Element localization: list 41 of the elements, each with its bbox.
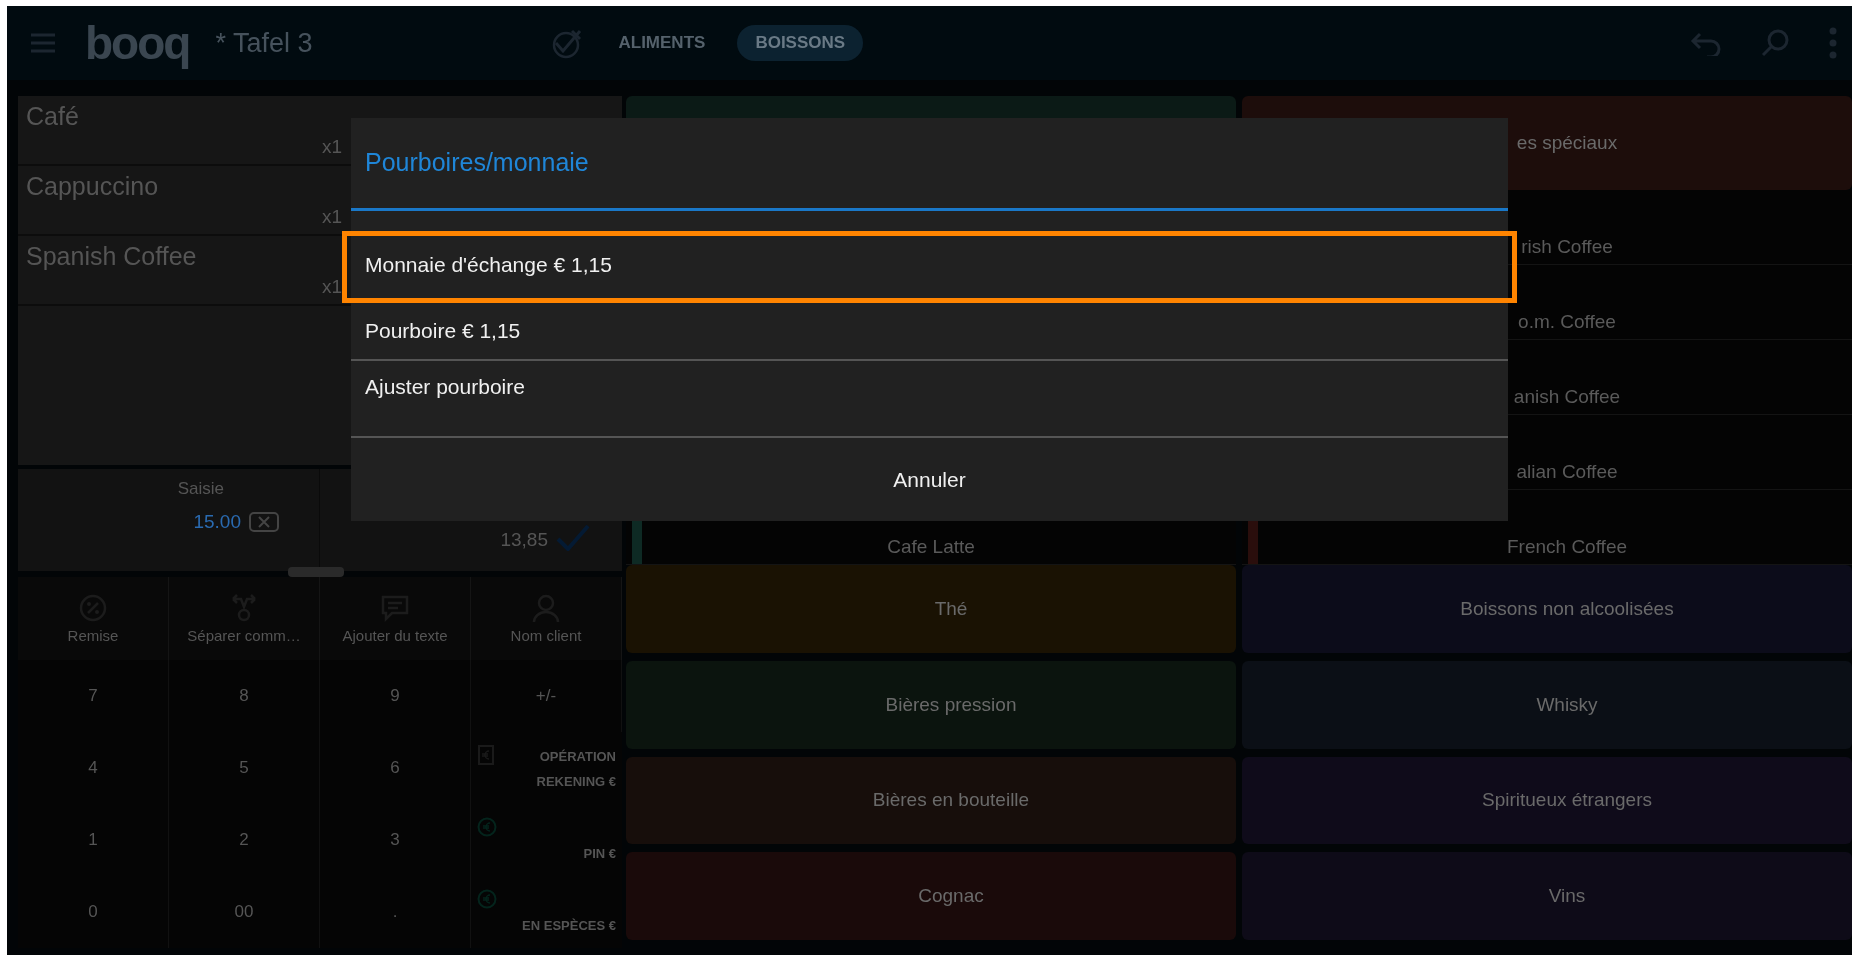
entry-value: 15.00: [193, 511, 241, 534]
clear-icon[interactable]: [249, 512, 279, 533]
keypad-key[interactable]: 6: [320, 732, 471, 804]
category-tile[interactable]: Cognac: [626, 852, 1236, 940]
keypad-key[interactable]: +/-: [471, 660, 622, 732]
category-tab[interactable]: ALIMENTS: [600, 25, 724, 61]
dialog-option[interactable]: Pourboire € 1,15: [351, 303, 1508, 361]
search-icon[interactable]: [1760, 28, 1790, 58]
checkmark-icon[interactable]: [556, 523, 590, 552]
menu-icon[interactable]: [29, 31, 57, 55]
category-tile[interactable]: Boissons non alcoolisées: [1242, 565, 1852, 653]
category-tab[interactable]: BOISSONS: [737, 25, 864, 61]
keypad-key[interactable]: 8: [169, 660, 320, 732]
category-tile[interactable]: Bières pression: [626, 660, 1236, 749]
category-tile[interactable]: Thé: [626, 565, 1236, 653]
dialog-option[interactable]: Ajuster pourboire: [351, 361, 1508, 438]
keypad-key[interactable]: 3: [320, 804, 471, 876]
category-tile[interactable]: Bières en bouteille: [626, 756, 1236, 845]
dialog-title: Pourboires/monnaie: [351, 118, 1508, 211]
payment-button[interactable]: PIN €: [471, 804, 622, 876]
keypad-key[interactable]: 5: [169, 732, 320, 804]
dialog-option[interactable]: Monnaie d'échange € 1,15: [342, 231, 1517, 303]
payment-button[interactable]: EN ESPÈCES €: [471, 876, 622, 948]
category-tile[interactable]: Vins: [1242, 852, 1852, 940]
entry-label: Saisie: [177, 479, 224, 500]
drag-handle[interactable]: [288, 567, 344, 578]
keypad-key[interactable]: 7: [18, 660, 169, 732]
keypad-key[interactable]: 4: [18, 732, 169, 804]
total-value: 13,85: [500, 529, 548, 552]
payment-button[interactable]: OPÉRATION REKENING €: [471, 732, 622, 804]
keypad-key[interactable]: 0: [18, 876, 169, 948]
keypad-key[interactable]: 9: [320, 660, 471, 732]
table-title: * Tafel 3: [215, 27, 313, 59]
keypad-key[interactable]: 1: [18, 804, 169, 876]
keypad-key[interactable]: 00: [169, 876, 320, 948]
undo-icon[interactable]: [1690, 30, 1722, 56]
keypad-key[interactable]: 2: [169, 804, 320, 876]
keypad-key[interactable]: .: [320, 876, 471, 948]
more-icon[interactable]: [1828, 27, 1838, 59]
category-tile[interactable]: Spiritueux étrangers: [1242, 756, 1852, 845]
category-tile[interactable]: Whisky: [1242, 660, 1852, 749]
